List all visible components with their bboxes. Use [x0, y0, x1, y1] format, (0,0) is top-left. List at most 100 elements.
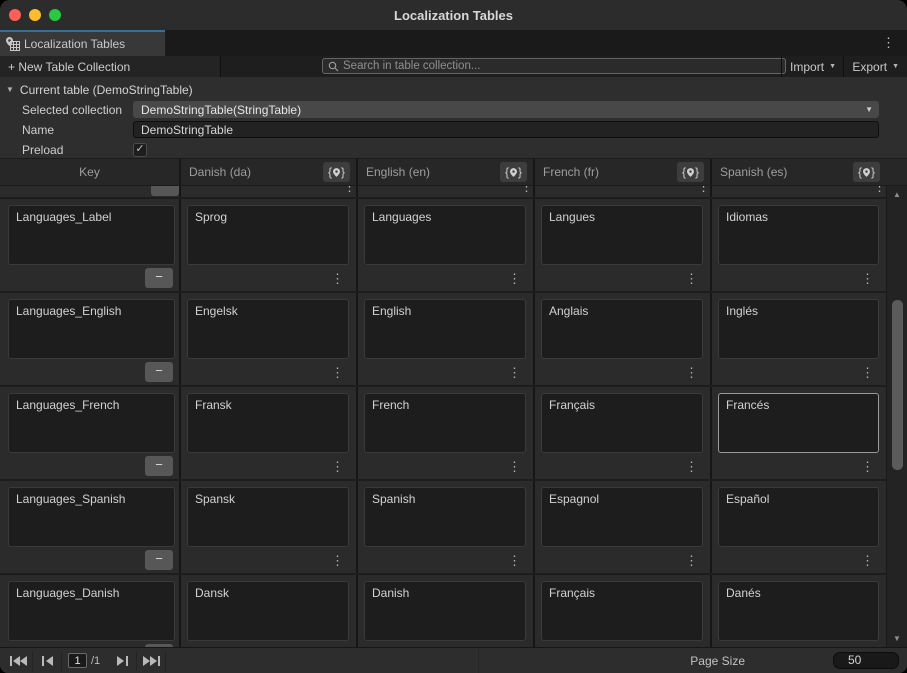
next-page-button[interactable]	[108, 651, 137, 671]
column-header-language[interactable]: French (fr) { }	[533, 159, 710, 185]
cell-menu-kebab-icon[interactable]: ⋮	[685, 554, 698, 567]
cell-menu-kebab-icon[interactable]: ⋮	[508, 460, 521, 473]
name-field[interactable]	[133, 121, 879, 138]
remove-key-button[interactable]: −	[145, 268, 173, 288]
translation-text-box[interactable]: Languages	[364, 205, 526, 265]
cell-menu-kebab-icon[interactable]: ⋮	[861, 554, 874, 567]
table-row: Languages_Spanish − Spansk ⋮ Spanish ⋮ E…	[0, 481, 886, 575]
new-table-collection-button[interactable]: + New Table Collection	[0, 56, 221, 77]
cell-menu-kebab-icon[interactable]: ⋮	[685, 366, 698, 379]
selected-collection-label: Selected collection	[0, 103, 133, 117]
cell-menu-kebab-icon[interactable]: ⋮	[861, 460, 874, 473]
search-input[interactable]	[343, 60, 780, 72]
table-metadata-button[interactable]: { }	[500, 162, 527, 182]
remove-key-button[interactable]: −	[145, 550, 173, 570]
translation-text-box[interactable]: Spansk	[187, 487, 349, 547]
translation-text-box[interactable]: Danish	[364, 581, 526, 641]
import-dropdown[interactable]: Import ▼	[781, 56, 844, 77]
remove-key-button[interactable]: −	[145, 362, 173, 382]
key-text-box[interactable]: Languages_French	[8, 393, 175, 453]
translation-text-box[interactable]: Idiomas	[718, 205, 879, 265]
translation-cell: Spansk ⋮	[179, 481, 356, 573]
key-text-box[interactable]: Languages_Danish	[8, 581, 175, 641]
translation-cell: Engelsk ⋮	[179, 293, 356, 385]
column-header-key[interactable]: Key	[0, 159, 179, 185]
table-metadata-button[interactable]: { }	[323, 162, 350, 182]
table-metadata-button[interactable]: { }	[677, 162, 704, 182]
localization-tables-icon	[6, 37, 20, 51]
column-header-language[interactable]: English (en) { }	[356, 159, 533, 185]
toolbar: + New Table Collection Import ▼ Export ▼	[0, 56, 907, 77]
cell-menu-kebab-icon[interactable]: ⋮	[508, 272, 521, 285]
translation-cell: Español ⋮	[710, 481, 886, 573]
vertical-scrollbar[interactable]: ▲ ▼	[886, 186, 907, 647]
previous-page-button[interactable]	[33, 651, 62, 671]
page-size-label: Page Size	[690, 654, 745, 668]
translation-text-box[interactable]: Spanish	[364, 487, 526, 547]
key-text-box[interactable]: Languages_Spanish	[8, 487, 175, 547]
translation-text-box[interactable]: Engelsk	[187, 299, 349, 359]
foldout-triangle-icon: ▼	[6, 85, 14, 94]
preload-checkbox[interactable]: ✓	[133, 143, 147, 157]
export-dropdown[interactable]: Export ▼	[843, 56, 907, 77]
cell-menu-kebab-icon[interactable]: ⋮	[331, 366, 344, 379]
page-size-field[interactable]: 50	[833, 652, 899, 669]
cell-menu-kebab-icon[interactable]: ⋮	[685, 460, 698, 473]
chevron-down-icon: ▼	[865, 105, 873, 114]
partial-row-sliver: − ⋮ ⋮ ⋮ ⋮	[0, 186, 886, 199]
cell-menu-kebab-icon[interactable]: ⋮	[697, 186, 710, 193]
tab-bar: Localization Tables ⋮	[0, 30, 907, 56]
translation-text-box[interactable]: Francés	[718, 393, 879, 453]
key-text-box[interactable]: Languages_English	[8, 299, 175, 359]
cell-menu-kebab-icon[interactable]: ⋮	[331, 554, 344, 567]
translation-text-box[interactable]: English	[364, 299, 526, 359]
scroll-down-icon[interactable]: ▼	[887, 634, 907, 643]
translation-cell: Languages ⋮	[356, 199, 533, 291]
cell-menu-kebab-icon[interactable]: ⋮	[685, 272, 698, 285]
selected-collection-dropdown[interactable]: DemoStringTable(StringTable) ▼	[133, 101, 879, 118]
cell-menu-kebab-icon[interactable]: ⋮	[331, 272, 344, 285]
translation-text-box[interactable]: Sprog	[187, 205, 349, 265]
tab-localization-tables[interactable]: Localization Tables	[0, 30, 165, 56]
scrollbar-thumb[interactable]	[892, 300, 903, 470]
translation-text-box[interactable]: Español	[718, 487, 879, 547]
brace-close: }	[341, 165, 345, 179]
translation-text-box[interactable]: Danés	[718, 581, 879, 641]
cell-menu-kebab-icon[interactable]: ⋮	[520, 186, 533, 193]
last-page-button[interactable]	[137, 651, 166, 671]
cell-menu-kebab-icon[interactable]: ⋮	[861, 272, 874, 285]
first-page-button[interactable]	[4, 651, 33, 671]
column-header-language[interactable]: Danish (da) { }	[179, 159, 356, 185]
translation-text-box[interactable]: Fransk	[187, 393, 349, 453]
cell-menu-kebab-icon[interactable]: ⋮	[331, 460, 344, 473]
chevron-down-icon: ▼	[829, 63, 836, 70]
translation-text-box[interactable]: Inglés	[718, 299, 879, 359]
page-number-field[interactable]: 1	[68, 653, 87, 668]
table-header: Key Danish (da) { } English (en) { } Fre…	[0, 158, 907, 186]
translation-text-box[interactable]: Dansk	[187, 581, 349, 641]
search-box[interactable]	[322, 58, 786, 74]
translation-text-box[interactable]: Français	[541, 393, 703, 453]
tab-menu-kebab-icon[interactable]: ⋮	[882, 30, 895, 56]
cell-menu-kebab-icon[interactable]: ⋮	[873, 186, 886, 193]
remove-key-button[interactable]: −	[145, 456, 173, 476]
column-header-language[interactable]: Spanish (es) { }	[710, 159, 886, 185]
cell-menu-kebab-icon[interactable]: ⋮	[508, 554, 521, 567]
check-icon: ✓	[135, 144, 144, 155]
current-table-foldout[interactable]: ▼ Current table (DemoStringTable)	[0, 80, 907, 99]
translation-text-box[interactable]: Espagnol	[541, 487, 703, 547]
remove-key-button[interactable]: −	[151, 186, 179, 196]
scroll-up-icon[interactable]: ▲	[887, 190, 907, 199]
cell-menu-kebab-icon[interactable]: ⋮	[508, 366, 521, 379]
cell-menu-kebab-icon[interactable]: ⋮	[861, 366, 874, 379]
translation-text-box[interactable]: Anglais	[541, 299, 703, 359]
translation-text-box[interactable]: Langues	[541, 205, 703, 265]
translation-text-box[interactable]: French	[364, 393, 526, 453]
table-metadata-button[interactable]: { }	[853, 162, 880, 182]
first-page-icon	[10, 656, 27, 666]
brace-close: }	[871, 165, 875, 179]
key-text-box[interactable]: Languages_Label	[8, 205, 175, 265]
cell-menu-kebab-icon[interactable]: ⋮	[343, 186, 356, 193]
translation-text-box[interactable]: Français	[541, 581, 703, 641]
translation-cell: Danish ⋮	[356, 575, 533, 647]
